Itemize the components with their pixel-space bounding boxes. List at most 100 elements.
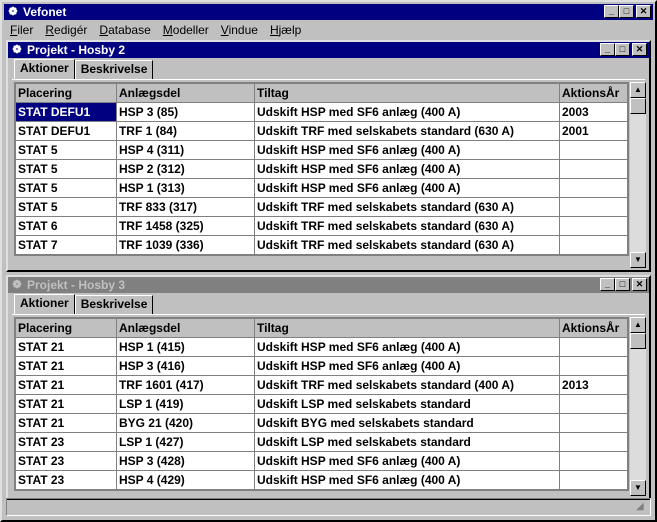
table-cell[interactable]: Udskift TRF med selskabets standard (630… [254, 197, 560, 217]
table-cell[interactable]: TRF 1 (84) [115, 121, 256, 141]
table-row[interactable]: STAT 6 TRF 1458 (325) Udskift TRF med sels… [15, 216, 629, 236]
menu-database[interactable]: Database [93, 23, 156, 37]
table-cell[interactable]: HSP 3 (85) [115, 102, 256, 122]
table-cell[interactable]: Udskift HSP med SF6 anlæg (400 A) [254, 451, 560, 471]
table-row[interactable]: STAT 21 HSP 1 (415) Udskift HSP med SF6 an… [15, 337, 629, 357]
table-cell[interactable]: HSP 1 (415) [115, 337, 256, 357]
table-row[interactable]: STAT 23 LSP 1 (427) Udskift LSP med selska… [15, 432, 629, 452]
table-cell[interactable]: 2003 [558, 102, 629, 122]
table-cell[interactable]: STAT 5 [15, 159, 117, 179]
table-row[interactable]: STAT 23 HSP 3 (428) Udskift HSP med SF6 an… [15, 451, 629, 471]
table-cell[interactable]: Udskift BYG med selskabets standard [254, 413, 560, 433]
table-row[interactable]: STAT 5 HSP 1 (313) Udskift HSP med SF6 anl… [15, 178, 629, 198]
table-cell[interactable]: LSP 1 (427) [115, 432, 256, 452]
table-cell[interactable]: Udskift HSP med SF6 anlæg (400 A) [254, 140, 560, 160]
vertical-scrollbar[interactable]: ▲ ▼ [630, 82, 646, 268]
table-cell[interactable]: 2013 [558, 375, 629, 395]
column-header[interactable]: AktionsÅr [558, 318, 629, 338]
table-cell[interactable]: HSP 2 (312) [115, 159, 256, 179]
table-cell[interactable]: TRF 1039 (336) [115, 235, 256, 255]
scroll-down-icon[interactable]: ▼ [630, 252, 646, 268]
table-cell[interactable]: Udskift HSP med SF6 anlæg (400 A) [254, 102, 560, 122]
table-cell[interactable] [558, 140, 629, 160]
table-cell[interactable]: Udskift HSP med SF6 anlæg (400 A) [254, 356, 560, 376]
table-cell[interactable]: STAT 6 [15, 216, 117, 236]
scroll-down-icon[interactable]: ▼ [630, 480, 646, 496]
table-cell[interactable]: STAT 5 [15, 140, 117, 160]
menu-filer[interactable]: Filer [4, 23, 39, 37]
table-cell[interactable]: Udskift LSP med selskabets standard [254, 394, 560, 414]
table-cell[interactable]: TRF 1601 (417) [115, 375, 256, 395]
menu-hj-lp[interactable]: Hjælp [264, 23, 307, 37]
table-cell[interactable]: Udskift HSP med SF6 anlæg (400 A) [254, 337, 560, 357]
table-cell[interactable]: HSP 3 (416) [115, 356, 256, 376]
table-cell[interactable] [558, 413, 629, 433]
maximize-icon[interactable]: □ [615, 43, 630, 56]
table-cell[interactable] [558, 394, 629, 414]
column-header[interactable]: Anlægsdel [115, 83, 256, 103]
project-titlebar[interactable]: ❁ Projekt - Hosby 3 _ □ ✕ [8, 277, 649, 293]
tab-aktioner[interactable]: Aktioner [14, 294, 75, 314]
table-cell[interactable]: STAT DEFU1 [15, 121, 117, 141]
table-row[interactable]: STAT 21 BYG 21 (420) Udskift BYG med selsk… [15, 413, 629, 433]
table-cell[interactable]: HSP 1 (313) [115, 178, 256, 198]
table-row[interactable]: STAT 21 HSP 3 (416) Udskift HSP med SF6 an… [15, 356, 629, 376]
close-icon[interactable]: ✕ [632, 43, 647, 56]
resize-grip-icon[interactable]: ◢ [636, 501, 648, 513]
table-cell[interactable] [558, 159, 629, 179]
table-cell[interactable] [558, 337, 629, 357]
table-cell[interactable]: TRF 833 (317) [115, 197, 256, 217]
table-cell[interactable] [558, 197, 629, 217]
scroll-thumb[interactable] [630, 98, 646, 114]
table-cell[interactable]: HSP 3 (428) [115, 451, 256, 471]
table-cell[interactable]: STAT 7 [15, 235, 117, 255]
table-row[interactable]: STAT 5 HSP 2 (312) Udskift HSP med SF6 anl… [15, 159, 629, 179]
tab-beskrivelse[interactable]: Beskrivelse [74, 295, 154, 314]
table-cell[interactable]: Udskift TRF med selskabets standard (400… [254, 375, 560, 395]
table-cell[interactable]: Udskift HSP med SF6 anlæg (400 A) [254, 178, 560, 198]
minimize-icon[interactable]: _ [600, 43, 615, 56]
close-icon[interactable]: ✕ [636, 5, 651, 18]
table-row[interactable]: STAT DEFU1 HSP 3 (85) Udskift HSP med SF6 … [15, 102, 629, 122]
table-row[interactable]: STAT 21 LSP 1 (419) Udskift LSP med selska… [15, 394, 629, 414]
column-header[interactable]: Tiltag [254, 83, 560, 103]
vertical-scrollbar[interactable]: ▲ ▼ [630, 317, 646, 496]
table-cell[interactable]: STAT 23 [15, 470, 117, 490]
table-cell[interactable] [558, 356, 629, 376]
scroll-up-icon[interactable]: ▲ [630, 82, 646, 98]
menu-redig-r[interactable]: Redigér [39, 23, 93, 37]
column-header[interactable]: Tiltag [254, 318, 560, 338]
minimize-icon[interactable]: _ [604, 5, 619, 18]
column-header[interactable]: Placering [15, 83, 117, 103]
project-titlebar[interactable]: ❁ Projekt - Hosby 2 _ □ ✕ [8, 42, 649, 58]
table-cell[interactable]: Udskift HSP med SF6 anlæg (400 A) [254, 470, 560, 490]
table-cell[interactable]: HSP 4 (311) [115, 140, 256, 160]
table-cell[interactable] [558, 451, 629, 471]
table-cell[interactable]: STAT 21 [15, 394, 117, 414]
table-cell[interactable]: STAT 21 [15, 356, 117, 376]
close-icon[interactable]: ✕ [632, 278, 647, 291]
table-cell[interactable]: STAT DEFU1 [15, 102, 117, 122]
table-row[interactable]: STAT 5 HSP 4 (311) Udskift HSP med SF6 anl… [15, 140, 629, 160]
table-cell[interactable] [558, 216, 629, 236]
table-cell[interactable]: TRF 1458 (325) [115, 216, 256, 236]
table-cell[interactable]: STAT 5 [15, 197, 117, 217]
maximize-icon[interactable]: □ [619, 5, 634, 18]
table-cell[interactable]: LSP 1 (419) [115, 394, 256, 414]
table-row[interactable]: STAT 7 TRF 1039 (336) Udskift TRF med sels… [15, 235, 629, 255]
table-cell[interactable]: Udskift TRF med selskabets standard (630… [254, 235, 560, 255]
table-cell[interactable]: Udskift TRF med selskabets standard (630… [254, 216, 560, 236]
table-cell[interactable]: HSP 4 (429) [115, 470, 256, 490]
main-titlebar[interactable]: ❁ Vefonet _ □ ✕ [4, 4, 653, 20]
tab-beskrivelse[interactable]: Beskrivelse [74, 60, 154, 79]
table-cell[interactable] [558, 235, 629, 255]
menu-vindue[interactable]: Vindue [215, 23, 264, 37]
table-row[interactable]: STAT 21 TRF 1601 (417) Udskift TRF med sel… [15, 375, 629, 395]
table-cell[interactable]: STAT 21 [15, 375, 117, 395]
table-row[interactable]: STAT DEFU1 TRF 1 (84) Udskift TRF med sels… [15, 121, 629, 141]
table-cell[interactable] [558, 178, 629, 198]
table-cell[interactable]: BYG 21 (420) [115, 413, 256, 433]
table-row[interactable]: STAT 23 HSP 4 (429) Udskift HSP med SF6 an… [15, 470, 629, 490]
minimize-icon[interactable]: _ [600, 278, 615, 291]
table-cell[interactable]: STAT 5 [15, 178, 117, 198]
